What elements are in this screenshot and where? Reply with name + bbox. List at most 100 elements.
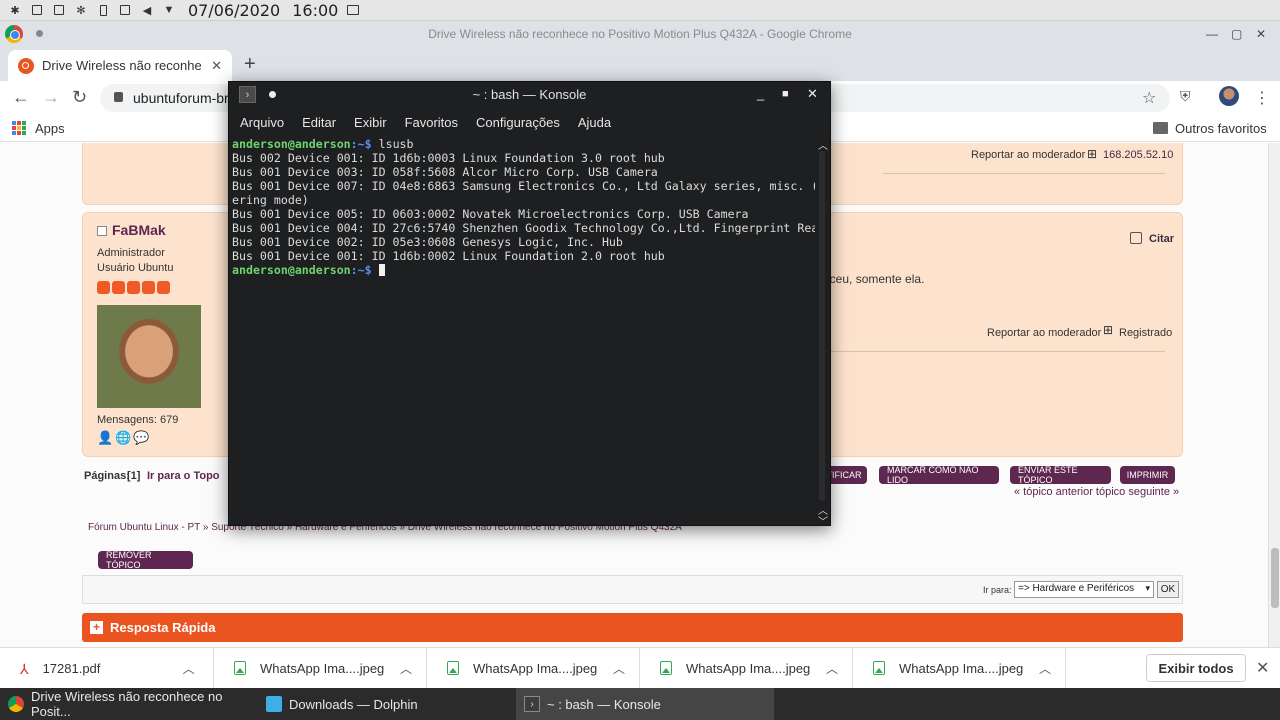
print-button[interactable]: IMPRIMIR — [1120, 466, 1175, 484]
lock-icon[interactable] — [114, 92, 123, 102]
chevron-up-icon[interactable]: ︿ — [183, 660, 195, 677]
download-filename: 17281.pdf — [42, 660, 101, 676]
scroll-down-icon[interactable]: ﹀ — [818, 513, 828, 528]
battery-icon[interactable] — [96, 3, 110, 17]
terminal-scrollbar[interactable]: ︿ ︿ ﹀ — [815, 137, 829, 528]
rank-stars — [97, 281, 170, 294]
apps-grid-icon[interactable] — [12, 121, 26, 135]
prompt-user: anderson@anderson — [232, 137, 351, 151]
maximize-icon[interactable]: ■ — [782, 88, 789, 100]
current-page[interactable]: [1] — [127, 470, 140, 482]
download-filename: WhatsApp Ima....jpeg — [473, 660, 598, 676]
menu-favoritos[interactable]: Favoritos — [396, 115, 467, 130]
report-moderator-link[interactable]: Reportar ao moderador — [987, 327, 1101, 339]
tab-close-icon[interactable]: ✕ — [211, 58, 222, 74]
minimize-icon[interactable]: _ — [757, 86, 764, 101]
chevron-up-icon[interactable]: ︿ — [1039, 660, 1051, 677]
ip-address[interactable]: 168.205.52.10 — [1103, 149, 1173, 161]
quote-icon[interactable] — [1130, 232, 1142, 244]
chevron-up-icon[interactable]: ︿ — [400, 660, 412, 677]
app-launcher-icon[interactable]: ✱ — [8, 3, 22, 17]
jump-select[interactable]: => Hardware e Periféricos ▾ — [1014, 581, 1154, 598]
chrome-titlebar: Drive Wireless não reconhece no Positivo… — [0, 21, 1280, 48]
show-desktop-icon[interactable] — [346, 3, 360, 17]
show-all-downloads-button[interactable]: Exibir todos — [1146, 654, 1246, 682]
maximize-icon[interactable]: ▢ — [1231, 27, 1242, 41]
network-icon[interactable]: ▼ — [162, 3, 176, 17]
user-avatar — [97, 305, 201, 408]
bluetooth-icon[interactable]: ✻ — [74, 3, 88, 17]
jump-ok-button[interactable]: OK — [1157, 581, 1179, 598]
quote-button[interactable]: Citar — [1149, 233, 1174, 245]
terminal-area[interactable]: anderson@anderson:~$ lsusb Bus 002 Device… — [232, 137, 815, 522]
topic-navigation[interactable]: « tópico anterior tópico seguinte » — [1014, 486, 1179, 498]
menu-editar[interactable]: Editar — [293, 115, 345, 130]
display-icon[interactable] — [118, 3, 132, 17]
download-item[interactable]: ⅄ 17281.pdf ︿ — [0, 648, 214, 688]
quick-reply-header[interactable]: + Resposta Rápida — [82, 613, 1183, 642]
scrollbar-track[interactable] — [819, 151, 825, 501]
download-item[interactable]: WhatsApp Ima....jpeg ︿ — [214, 648, 427, 688]
system-panel: ✱ ✻ ◀ ▼ 07/06/2020 16:00 — [0, 0, 1280, 21]
remove-topic-button[interactable]: REMOVER TÓPICO — [98, 550, 193, 570]
new-tab-icon[interactable]: + — [244, 53, 256, 76]
menu-dots-icon[interactable]: ⋮ — [1254, 88, 1270, 108]
post-username[interactable]: FaBMak — [112, 222, 166, 238]
download-item[interactable]: WhatsApp Ima....jpeg ︿ — [853, 648, 1066, 688]
go-top-link[interactable]: Ir para o Topo — [147, 470, 220, 482]
image-icon — [660, 661, 672, 675]
reload-icon[interactable]: ↻ — [72, 87, 87, 108]
page-scrollbar[interactable] — [1268, 143, 1280, 647]
mark-unread-button[interactable]: MARCAR COMO NÃO LIDO — [879, 465, 999, 485]
menu-configuracoes[interactable]: Configurações — [467, 115, 569, 130]
menu-arquivo[interactable]: Arquivo — [231, 115, 293, 130]
other-bookmarks[interactable]: Outros favoritos — [1175, 121, 1267, 136]
notes-icon[interactable] — [52, 3, 66, 17]
terminal-output-line: Bus 001 Device 001: ID 1d6b:0002 Linux F… — [232, 249, 665, 263]
profile-icon[interactable]: 👤 — [97, 430, 113, 446]
close-download-bar-icon[interactable]: ✕ — [1256, 658, 1269, 678]
forward-icon[interactable]: → — [42, 87, 60, 108]
minimize-icon[interactable]: — — [1206, 27, 1218, 41]
volume-icon[interactable]: ◀ — [140, 3, 154, 17]
jump-selected-value: => Hardware e Periféricos — [1018, 583, 1135, 594]
task-dolphin[interactable]: Downloads — Dolphin — [258, 688, 516, 720]
download-item[interactable]: WhatsApp Ima....jpeg ︿ — [640, 648, 853, 688]
browser-tab[interactable]: Drive Wireless não reconhece ✕ — [8, 50, 232, 81]
close-icon[interactable]: ✕ — [1256, 27, 1266, 41]
url-text[interactable]: ubuntuforum-br — [133, 90, 229, 106]
profile-avatar[interactable] — [1219, 86, 1239, 106]
chevron-up-icon[interactable]: ︿ — [826, 660, 838, 677]
konsole-titlebar[interactable]: › ~ : bash — Konsole _ ■ ✕ — [229, 82, 830, 108]
task-konsole[interactable]: › ~ : bash — Konsole — [516, 688, 774, 720]
bookmark-star-icon[interactable]: ☆ — [1142, 88, 1156, 108]
scrollbar-thumb[interactable] — [1271, 548, 1279, 608]
konsole-title: ~ : bash — Konsole — [472, 87, 587, 102]
expand-icon[interactable]: + — [90, 621, 103, 634]
offline-status-icon — [97, 226, 107, 236]
system-clock[interactable]: 16:00 — [292, 1, 338, 20]
chevron-up-icon[interactable]: ︿ — [613, 660, 625, 677]
send-topic-button[interactable]: ENVIAR ESTE TÓPICO — [1010, 465, 1111, 485]
menu-exibir[interactable]: Exibir — [345, 115, 396, 130]
folder-icon[interactable] — [1153, 122, 1168, 134]
task-label: ~ : bash — Konsole — [547, 696, 661, 712]
close-icon[interactable]: ✕ — [807, 86, 818, 102]
prompt-path: :~$ — [350, 263, 372, 277]
scroll-up-icon[interactable]: ︿ — [818, 137, 828, 152]
task-chrome[interactable]: Drive Wireless não reconhece no Posit... — [0, 688, 258, 720]
extension-shield-icon[interactable]: ⛨ — [1180, 88, 1191, 105]
download-item[interactable]: WhatsApp Ima....jpeg ︿ — [427, 648, 640, 688]
konsole-window[interactable]: › ~ : bash — Konsole _ ■ ✕ Arquivo Edita… — [228, 81, 831, 528]
system-date[interactable]: 07/06/2020 — [188, 1, 280, 20]
apps-bookmark[interactable]: Apps — [35, 121, 65, 136]
clipboard-icon[interactable] — [30, 3, 44, 17]
user-subrole: Usuário Ubuntu — [97, 262, 174, 274]
website-globe-icon[interactable]: 🌐 — [115, 430, 131, 446]
download-filename: WhatsApp Ima....jpeg — [686, 660, 811, 676]
report-moderator-link[interactable]: Reportar ao moderador — [971, 149, 1085, 161]
back-icon[interactable]: ← — [12, 87, 30, 108]
terminal-output-line: ering mode) — [232, 193, 309, 207]
menu-ajuda[interactable]: Ajuda — [569, 115, 620, 130]
private-message-icon[interactable]: 💬 — [133, 430, 149, 446]
